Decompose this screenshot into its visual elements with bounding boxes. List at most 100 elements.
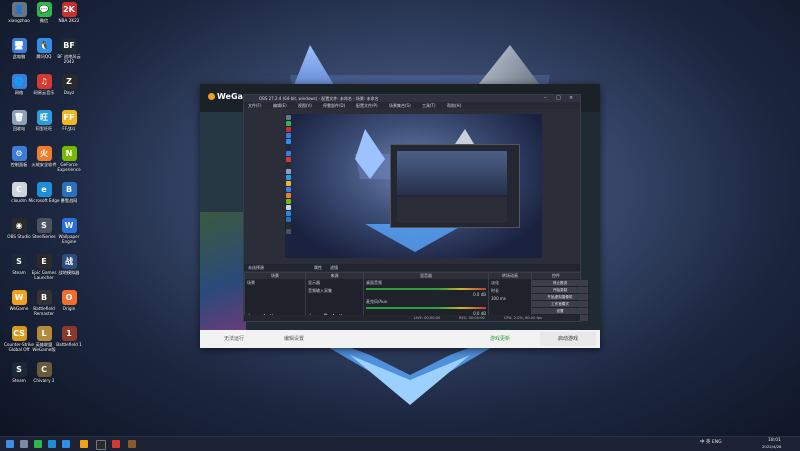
desktop-icon-label: Chivalry 2 (33, 378, 55, 383)
desktop-icon[interactable]: BF BF 战地风云2042 (52, 38, 86, 64)
preview-icon (286, 223, 291, 228)
maximize-icon[interactable]: □ (556, 95, 561, 101)
obs-preview[interactable] (285, 114, 542, 258)
preview-icon (286, 133, 291, 138)
obs-menu-item[interactable]: 停靠部件(D) (323, 103, 345, 109)
app-icon: E (36, 254, 52, 269)
desktop-icon[interactable]: B 暴雪战网 (52, 182, 86, 203)
obs-window[interactable]: OBS 27.2.4 (64-bit, windows) - 配置文件: 未命名… (243, 94, 588, 322)
obs-source-toolbar: 未选择源 属性 滤镜 (244, 264, 580, 271)
app-icon: N (61, 146, 77, 161)
edge-taskbar-icon[interactable] (48, 440, 56, 448)
wegame-update-status: 游戏更新 (490, 336, 511, 342)
wechat-taskbar-icon[interactable] (34, 440, 42, 448)
desktop-icon[interactable]: W Wallpaper Engine (52, 218, 86, 244)
minimize-icon[interactable]: – (544, 95, 547, 101)
obs-menu-item[interactable]: 视图(V) (298, 103, 312, 109)
settings-button[interactable]: 设置 (532, 308, 588, 314)
obs-taskbar-icon[interactable] (96, 440, 106, 450)
search-icon[interactable] (20, 440, 28, 448)
preview-icon (286, 175, 291, 180)
preview-icon (286, 199, 291, 204)
app-icon: S (11, 254, 27, 269)
desktop-icon[interactable]: 1 Battlefield 1 (52, 326, 86, 347)
wegame-bottom-bar: 无法运行 编辑设置 游戏更新 启动游戏 (200, 330, 600, 348)
app-icon: B (61, 182, 77, 197)
app-icon: 🗑 (11, 110, 27, 125)
filters-button[interactable]: 滤镜 (330, 265, 338, 271)
wegame-settings-link[interactable]: 编辑设置 (284, 335, 304, 342)
desktop-icon-label: 战地模拟器 (58, 270, 80, 275)
start-button[interactable] (6, 440, 14, 448)
qq-taskbar-icon[interactable] (62, 440, 70, 448)
volume-meter (366, 307, 486, 309)
preview-icon (286, 151, 291, 156)
desktop-icon[interactable]: O Origin (52, 290, 86, 311)
preview-icon (286, 127, 291, 132)
desktop-icon[interactable]: Z Dayz (52, 74, 86, 95)
app-icon: ◉ (11, 218, 27, 233)
app-icon: L (36, 326, 52, 341)
app-icon: ♫ (36, 74, 52, 89)
transition-duration-input[interactable]: 300 ms (489, 295, 531, 302)
app-icon: S (11, 362, 27, 377)
studio-mode-button[interactable]: 工作室模式 (532, 301, 588, 307)
preview-icon (286, 181, 291, 186)
app-icon: W (61, 218, 77, 233)
preview-icon (286, 139, 291, 144)
desktop-icon-label: Origin (62, 306, 76, 311)
app-icon: e (36, 182, 52, 197)
app-icon: FF (61, 110, 77, 125)
obs-menubar: 文件(F) 编辑(E) 视图(V) 停靠部件(D) 配置文件(P) 场景集合(S) 工具(T… (244, 102, 580, 109)
obs-menu-item[interactable]: 场景集合(S) (389, 103, 411, 109)
properties-button[interactable]: 属性 (314, 265, 322, 271)
app-icon: B (36, 290, 52, 305)
desktop-icon-label: NBA 2K22 (58, 18, 80, 23)
desktop-icon-label: FF战斗 (62, 126, 76, 131)
app-icon: C (36, 362, 52, 377)
clock-time[interactable]: 18:01 (768, 438, 781, 443)
app-icon: ⚙ (11, 146, 27, 161)
obs-menu-item[interactable]: 文件(F) (248, 103, 261, 109)
obs-menu-item[interactable]: 配置文件(P) (356, 103, 378, 109)
app-icon: 2K (61, 2, 77, 17)
transition-duration-label: 时长 (491, 288, 499, 293)
source-item[interactable]: 音频输入采集 (306, 287, 363, 295)
preview-icon (286, 193, 291, 198)
virtual-camera-button[interactable]: 开始虚拟摄像机 (532, 294, 588, 300)
stop-streaming-button[interactable]: 停止推流 (532, 280, 588, 286)
app-icon: 🖥 (11, 38, 27, 53)
desktop-icon-label: 暴雪战网 (60, 198, 78, 203)
desktop-icon[interactable]: C Chivalry 2 (27, 362, 61, 383)
obs-menu-item[interactable]: 编辑(E) (273, 103, 287, 109)
preview-icon (286, 205, 291, 210)
app-icon: BF (61, 38, 77, 53)
transition-type-select[interactable]: 淡化 (489, 279, 531, 287)
clock-date[interactable]: 2022/4/28 (762, 444, 781, 449)
source-item[interactable]: 显示器 (306, 279, 363, 287)
desktop-icon[interactable]: 战战地模拟器 (52, 254, 86, 275)
obs-menu-item[interactable]: 工具(T) (422, 103, 436, 109)
preview-icon (286, 229, 291, 234)
desktop-icon-label: Battlefield 1 (56, 342, 82, 347)
start-recording-button[interactable]: 开始录制 (532, 287, 588, 293)
obs-menu-item[interactable]: 帮助(H) (447, 103, 461, 109)
preview-icon (286, 115, 291, 120)
app-icon: O (61, 290, 77, 305)
mixer-track-name: 麦克风/Aux (366, 299, 387, 304)
app-icon: 1 (61, 326, 77, 341)
scene-item[interactable]: 场景 (245, 279, 305, 287)
netease-music-taskbar-icon[interactable] (112, 440, 120, 448)
tray-language[interactable]: 中 英 ENG (700, 439, 722, 445)
desktop-icon[interactable]: 2K NBA 2K22 (52, 2, 86, 23)
desktop-icon-label: Wallpaper Engine (58, 234, 80, 244)
app-icon: 火 (36, 146, 52, 161)
wegame-status-text: 无法运行 (224, 336, 245, 342)
desktop-icon[interactable]: N GeForce Experience (52, 146, 86, 172)
preview-nested-obs (390, 144, 520, 228)
close-icon[interactable]: × (569, 95, 573, 101)
desktop-icon[interactable]: FF FF战斗 (52, 110, 86, 131)
wegame-launch-button[interactable]: 启动游戏 (540, 332, 596, 346)
folder-taskbar-icon[interactable] (128, 440, 136, 448)
wegame-taskbar-icon[interactable] (80, 440, 88, 448)
